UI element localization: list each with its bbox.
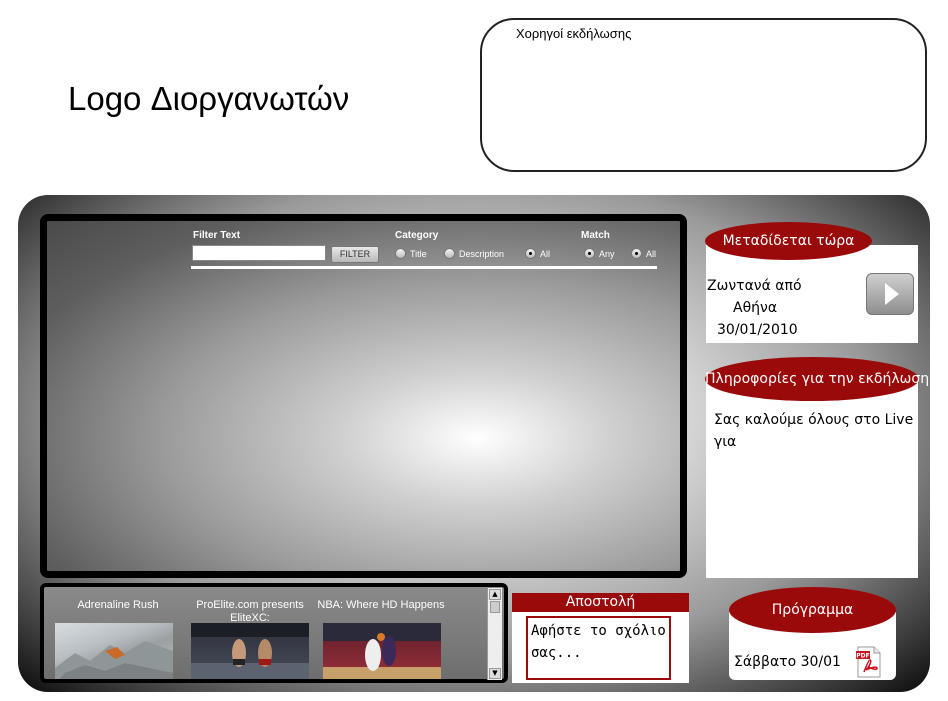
match-option-any-label: Any <box>599 248 615 259</box>
send-comment-button[interactable]: Αποστολή <box>512 593 689 612</box>
sponsors-box: Χορηγοί εκδήλωσης <box>480 18 927 172</box>
category-option-description-label: Description <box>459 248 505 259</box>
thumbnail-image <box>191 623 309 679</box>
playlist-scrollbar[interactable]: ▲ ▼ <box>487 588 502 680</box>
radio-icon <box>395 248 406 259</box>
video-playlist: Adrenaline Rush ProElite.com presents El… <box>40 583 508 683</box>
thumbnail-image <box>323 623 441 679</box>
category-option-title-label: Title <box>410 248 427 259</box>
organizers-logo: Logo Διοργανωτών <box>68 80 350 117</box>
category-option-all-label: All <box>540 248 551 259</box>
filter-divider <box>191 266 657 269</box>
playlist-thumbnail[interactable] <box>55 623 173 679</box>
match-radio-any[interactable]: Any <box>584 248 615 259</box>
match-option-all-label: All <box>646 248 657 259</box>
pdf-icon-label: PDF <box>856 653 869 660</box>
playlist-item-title[interactable]: NBA: Where HD Happens <box>316 599 446 612</box>
filter-button[interactable]: FILTER <box>331 246 379 263</box>
playlist-thumbnail[interactable] <box>191 623 309 679</box>
scroll-thumb[interactable] <box>490 601 500 613</box>
radio-icon <box>444 248 455 259</box>
thumbnail-image <box>55 641 173 679</box>
program-title: Πρόγραμμα <box>729 587 896 633</box>
scroll-up-icon[interactable]: ▲ <box>489 589 501 600</box>
playlist-thumbnail[interactable] <box>323 623 441 679</box>
filter-text-label: Filter Text <box>193 230 241 241</box>
play-icon[interactable] <box>866 273 914 315</box>
scroll-down-icon[interactable]: ▼ <box>489 668 501 679</box>
category-radio-title[interactable]: Title <box>395 248 427 259</box>
radio-selected-icon <box>631 248 642 259</box>
pdf-icon[interactable]: PDF <box>856 646 882 678</box>
category-radio-description[interactable]: Description <box>444 248 504 259</box>
category-radio-all[interactable]: All <box>525 248 550 259</box>
program-date: Σάββατο 30/01 <box>734 654 841 670</box>
match-label: Match <box>581 230 610 241</box>
category-label: Category <box>395 230 439 241</box>
radio-selected-icon <box>525 248 536 259</box>
event-info-text: Σας καλούμε όλους στο Live για <box>714 412 914 450</box>
playlist-item-title[interactable]: Adrenaline Rush <box>53 599 183 612</box>
live-now-line2: Αθήνα <box>733 300 778 316</box>
sponsors-title: Χορηγοί εκδήλωσης <box>516 26 632 41</box>
comment-input[interactable]: Αφήστε το σχόλιο σας... <box>526 616 671 680</box>
live-now-title: Μεταδίδεται τώρα <box>705 222 872 260</box>
comment-panel: Αποστολή Αφήστε το σχόλιο σας... <box>512 593 689 683</box>
live-now-line1: Ζωντανά από <box>707 278 802 294</box>
playlist-item-title[interactable]: ProElite.com presents EliteXC: <box>185 599 315 625</box>
live-now-date: 30/01/2010 <box>717 322 798 338</box>
filter-text-input[interactable] <box>192 245 326 261</box>
event-info-title: Πληροφορίες για την εκδήλωση <box>705 357 929 401</box>
match-radio-all[interactable]: All <box>631 248 656 259</box>
radio-selected-icon <box>584 248 595 259</box>
